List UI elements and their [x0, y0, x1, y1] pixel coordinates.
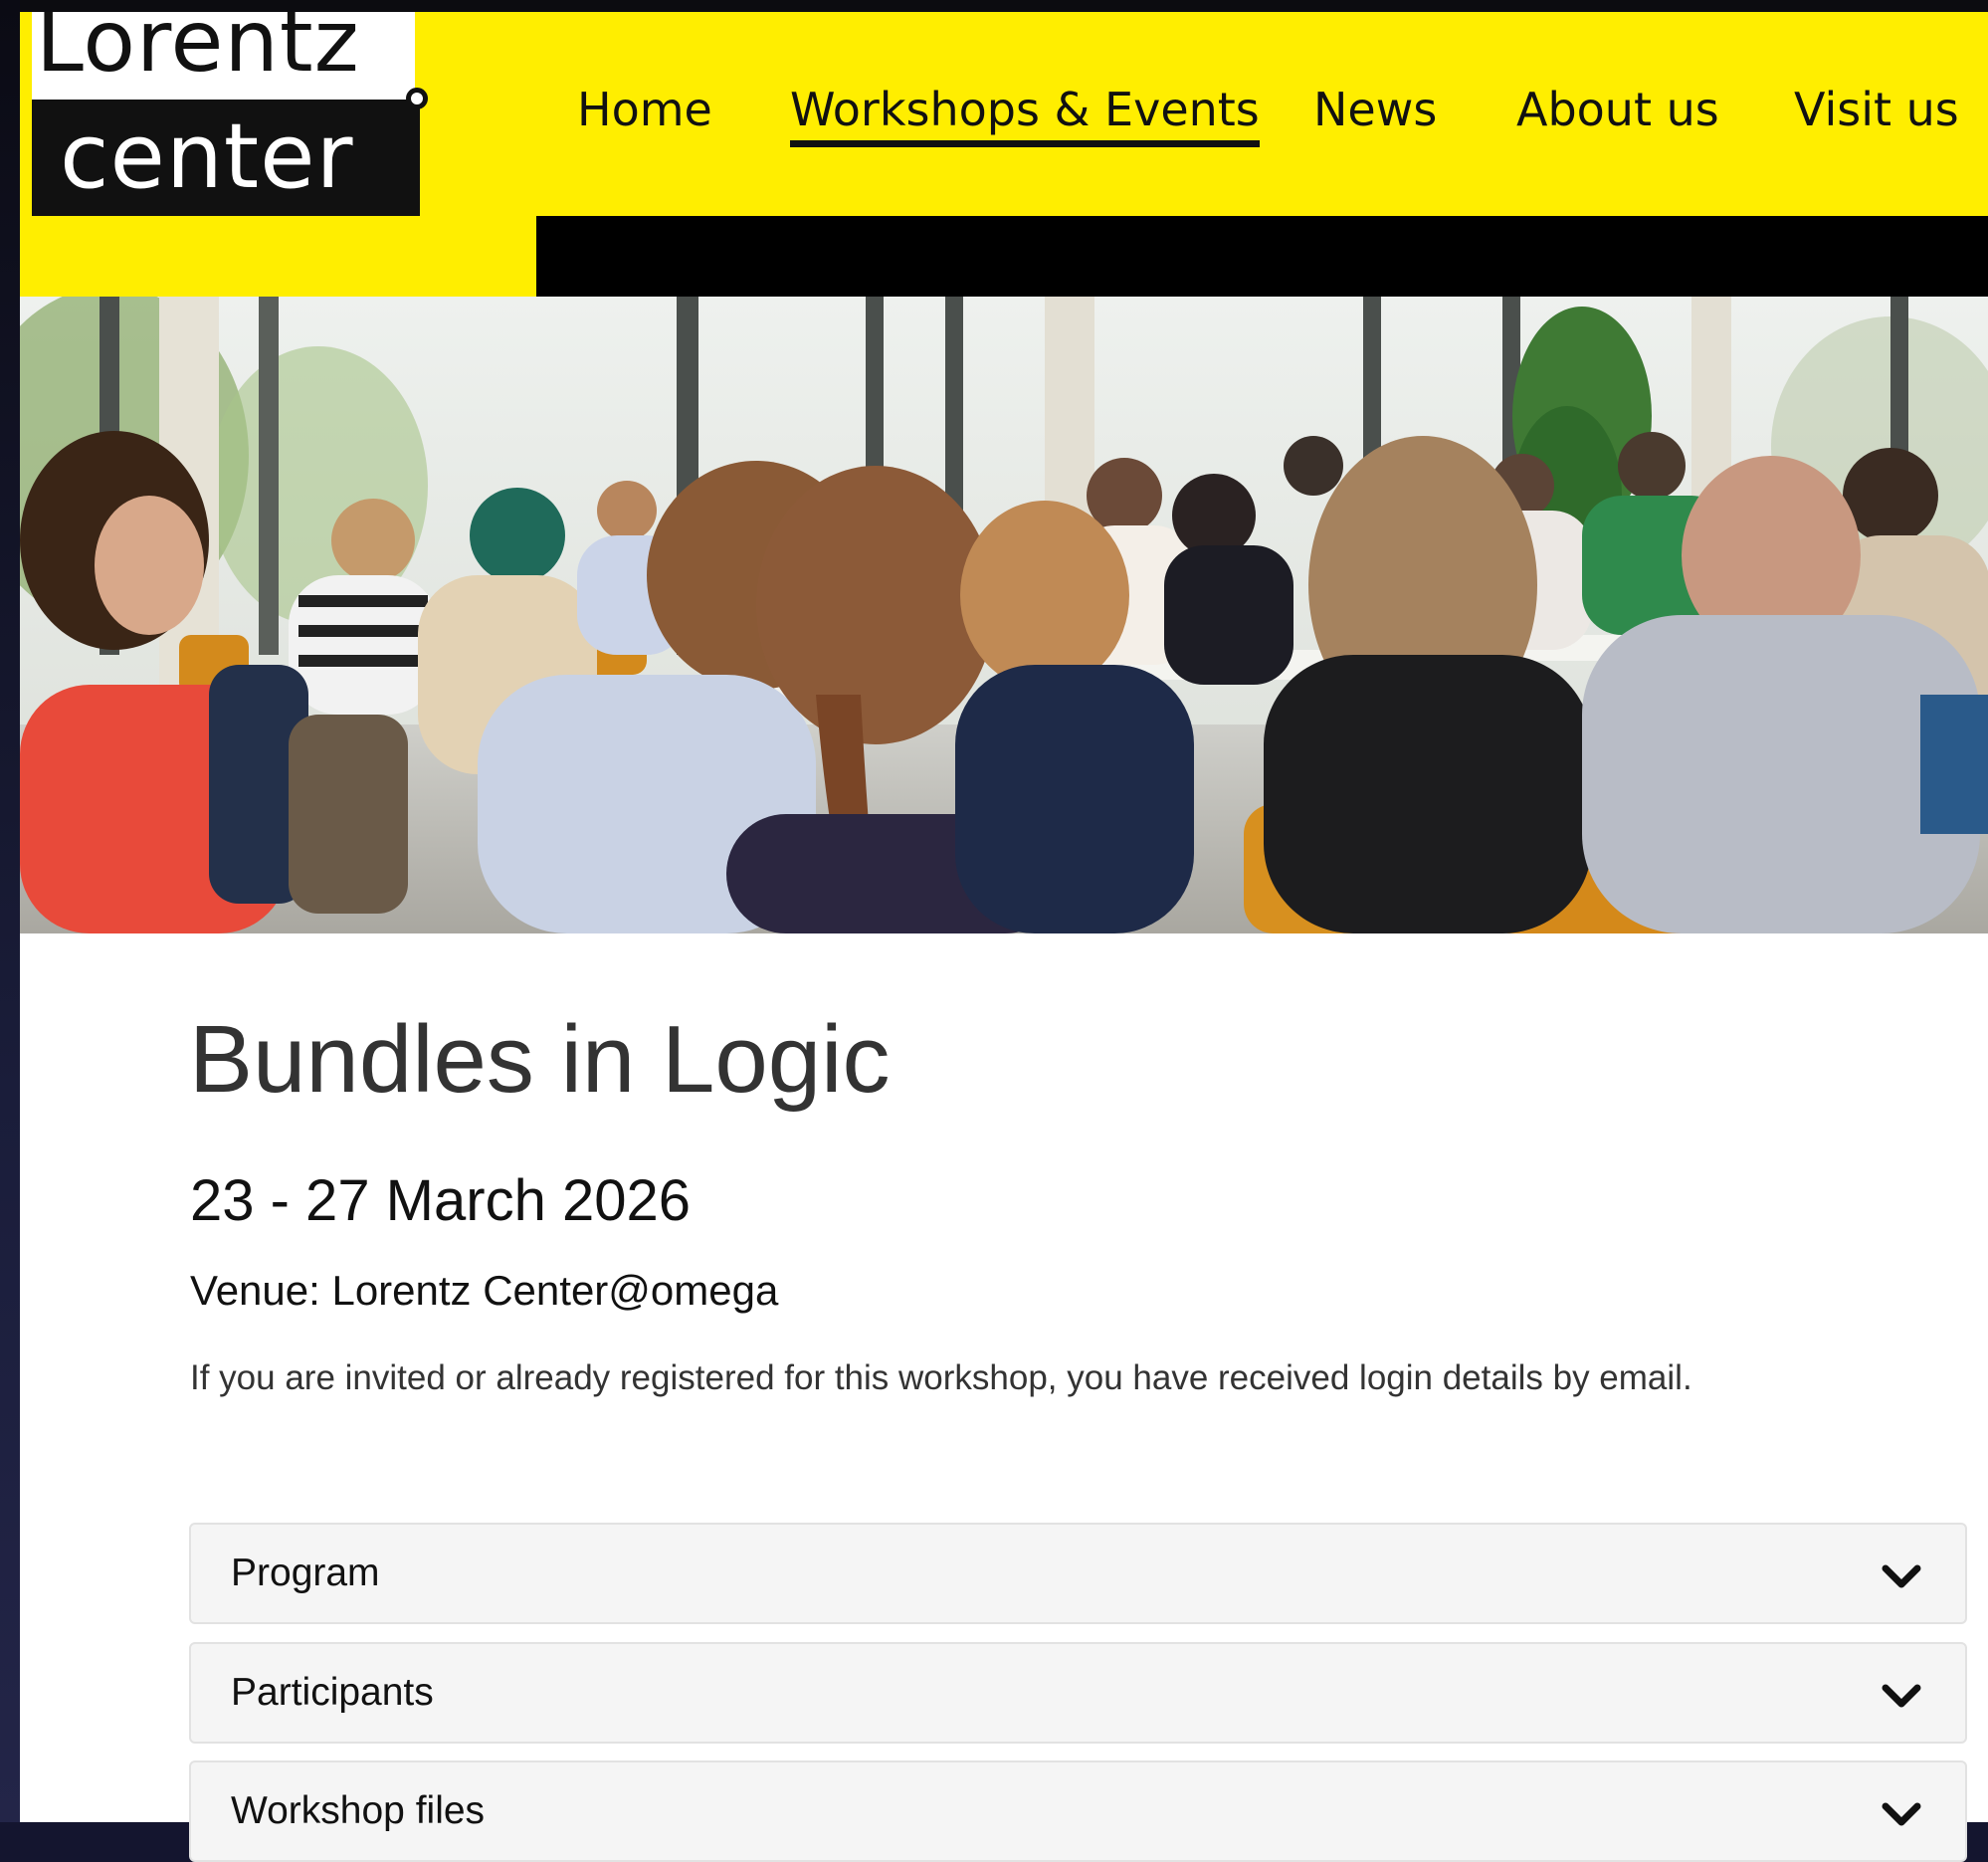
header-black-bar: [536, 216, 1988, 297]
nav-item-news[interactable]: News: [1313, 80, 1437, 139]
event-dates: 23 - 27 March 2026: [190, 1168, 691, 1233]
chevron-down-icon: [1882, 1564, 1921, 1588]
web-page: Lorentz center Home Workshops & Events N…: [20, 12, 1988, 1862]
page-title: Bundles in Logic: [189, 1006, 891, 1113]
accordion-program[interactable]: Program: [189, 1523, 1967, 1624]
accordion-workshop-files[interactable]: Workshop files: [189, 1760, 1967, 1862]
event-content: Bundles in Logic 23 - 27 March 2026 Venu…: [32, 933, 1988, 1862]
hero-photo-workshop-audience: [20, 297, 1988, 933]
login-info-text: If you are invited or already registered…: [190, 1358, 1692, 1397]
accordion-participants-label: Participants: [231, 1671, 434, 1714]
nav-item-about-us[interactable]: About us: [1516, 80, 1719, 139]
site-header: Lorentz center Home Workshops & Events N…: [20, 12, 1988, 297]
chevron-down-icon: [1882, 1684, 1921, 1708]
window-top-edge: [0, 0, 1988, 12]
chevron-down-icon: [1882, 1802, 1921, 1826]
accordion-program-label: Program: [231, 1552, 380, 1594]
main-navigation: Home Workshops & Events News About us Vi…: [20, 12, 1988, 216]
hero-illustration: [20, 297, 1988, 933]
nav-item-visit-us[interactable]: Visit us: [1794, 80, 1959, 139]
accordion-participants[interactable]: Participants: [189, 1642, 1967, 1744]
event-venue: Venue: Lorentz Center@omega: [190, 1267, 779, 1314]
nav-item-workshops-events[interactable]: Workshops & Events: [790, 80, 1260, 147]
nav-item-home[interactable]: Home: [577, 80, 712, 139]
accordion-workshop-files-label: Workshop files: [231, 1789, 486, 1832]
window-left-edge: [0, 0, 20, 1822]
